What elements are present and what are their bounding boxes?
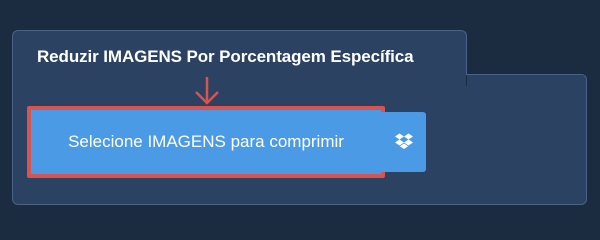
upload-highlight: Selecione IMAGENS para comprimir: [27, 106, 385, 178]
panel-body-fill: [467, 75, 586, 87]
dropbox-icon: [394, 133, 413, 149]
select-images-button[interactable]: Selecione IMAGENS para comprimir: [31, 110, 381, 174]
panel-title: Reduzir IMAGENS Por Porcentagem Específi…: [37, 47, 414, 66]
select-images-label: Selecione IMAGENS para comprimir: [68, 132, 344, 151]
dropbox-button[interactable]: [381, 112, 426, 172]
panel-tab: Reduzir IMAGENS Por Porcentagem Específi…: [12, 30, 467, 75]
arrow-down-icon: [195, 77, 219, 105]
